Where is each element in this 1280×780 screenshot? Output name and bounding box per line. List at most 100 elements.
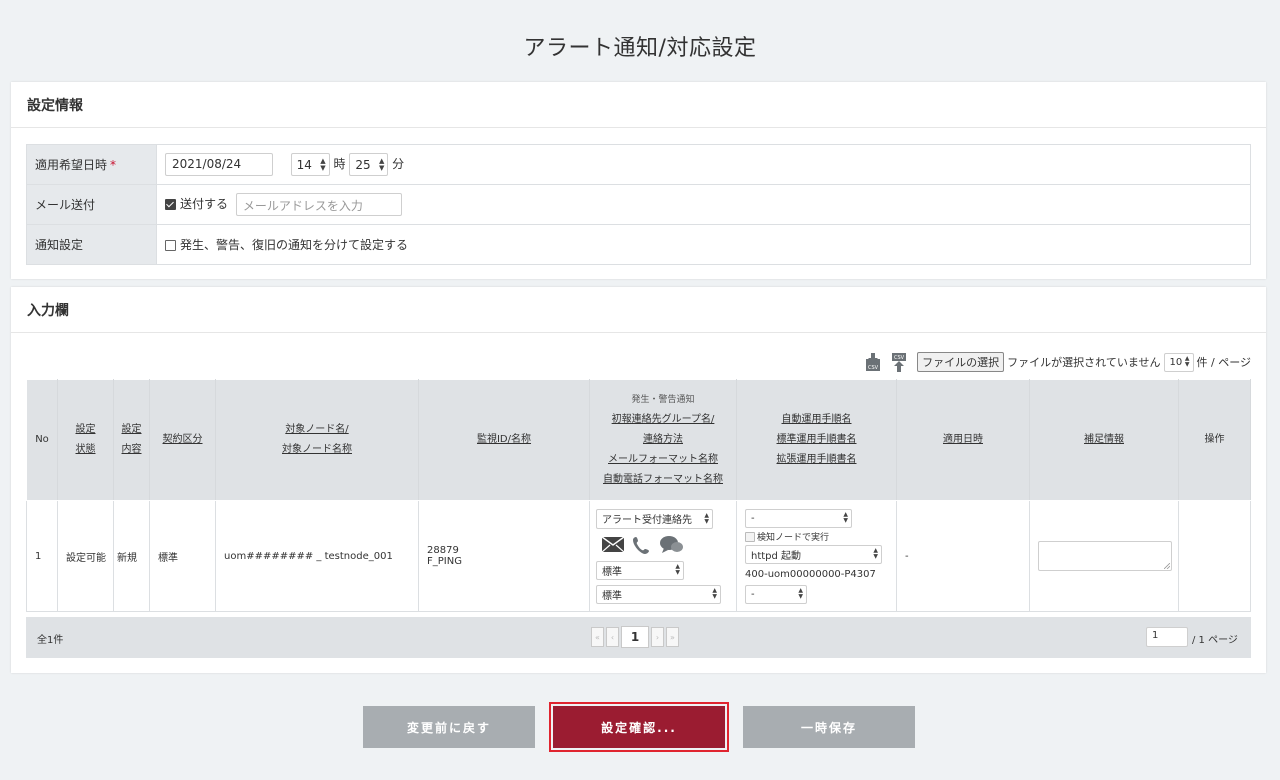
confirm-button[interactable]: 設定確認... bbox=[549, 702, 729, 752]
email-field[interactable]: メールアドレスを入力 bbox=[235, 193, 402, 216]
required-mark: * bbox=[110, 158, 117, 172]
minute-value: 25 bbox=[355, 157, 371, 172]
col-notify[interactable]: 発生・警告通知 初報連絡先グループ名/ 連絡方法 メールフォーマット名称 自動電… bbox=[589, 379, 737, 501]
mail-format-value: 標準 bbox=[602, 566, 622, 578]
resize-handle-icon[interactable] bbox=[1164, 563, 1170, 569]
mail-checkbox[interactable] bbox=[165, 199, 176, 210]
updown-icon: ▲ ▼ bbox=[675, 563, 680, 576]
contact-method-icons bbox=[602, 534, 736, 556]
updown-icon: ▲ ▼ bbox=[1184, 355, 1190, 368]
table-toolbar: CSV CSV ファイルの選択 ファイルが選択されていません 10 ▲ ▼ 件 /… bbox=[865, 352, 1251, 372]
ext-proc-select[interactable]: - ▲ ▼ bbox=[745, 584, 807, 604]
mail-value-cell: 送付する メールアドレスを入力 bbox=[156, 184, 1251, 225]
col-monitor[interactable]: 監視ID/名称 bbox=[418, 379, 590, 501]
auto-proc-select[interactable]: - ▲ ▼ bbox=[745, 508, 852, 528]
row-contract: 標準 bbox=[149, 500, 216, 612]
notify-checkbox[interactable] bbox=[165, 240, 176, 251]
col-extra[interactable]: 補足情報 bbox=[1029, 379, 1179, 501]
csv-upload-icon[interactable]: CSV bbox=[891, 352, 907, 372]
notify-value-cell: 発生、警告、復旧の通知を分けて設定する bbox=[156, 224, 1251, 265]
col-node[interactable]: 対象ノード名/対象ノード名称 bbox=[215, 379, 419, 501]
file-status: ファイルが選択されていません bbox=[1007, 356, 1161, 369]
updown-icon: ▲ ▼ bbox=[843, 511, 848, 524]
page-number-input[interactable]: 1 bbox=[1146, 627, 1188, 647]
phone-format-value: 標準 bbox=[602, 590, 622, 602]
col-apply-date[interactable]: 適用日時 bbox=[896, 379, 1030, 501]
contact-group-value: アラート受付連絡先 bbox=[602, 515, 692, 526]
table-row: 1 設定可能 新規 標準 uom######## _ testnode_001 … bbox=[26, 500, 1251, 612]
last-page-button[interactable]: » bbox=[666, 627, 679, 647]
csv-download-icon[interactable]: CSV bbox=[865, 352, 881, 372]
page-title: アラート通知/対応設定 bbox=[523, 36, 757, 61]
notify-label: 通知設定 bbox=[26, 224, 157, 265]
first-page-button[interactable]: « bbox=[591, 627, 604, 647]
monitor-id: 28879 bbox=[427, 545, 459, 556]
notify-checkbox-label: 発生、警告、復旧の通知を分けて設定する bbox=[180, 238, 409, 252]
contact-group-select[interactable]: アラート受付連絡先 ▲ ▼ bbox=[596, 508, 713, 529]
monitor-name: F_PING bbox=[427, 556, 462, 567]
updown-icon: ▲ ▼ bbox=[704, 511, 709, 525]
settings-form: 適用希望日時 * 2021/08/24 14 ▲ ▼ 時 25 ▲ ▼ 分 メール送付 bbox=[26, 144, 1251, 265]
file-select-button[interactable]: ファイルの選択 bbox=[917, 352, 1005, 372]
minute-unit: 分 bbox=[392, 157, 405, 171]
row-content: 新規 bbox=[113, 500, 150, 612]
next-page-button[interactable]: › bbox=[651, 627, 664, 647]
row-ops bbox=[1178, 500, 1251, 612]
extra-info-textarea[interactable] bbox=[1038, 541, 1172, 571]
row-notify: アラート受付連絡先 ▲ ▼ 標準 ▲ ▼ 標準 ▲ ▼ bbox=[589, 500, 737, 612]
date-value-cell: 2021/08/24 14 ▲ ▼ 時 25 ▲ ▼ 分 bbox=[156, 144, 1251, 185]
col-no: No bbox=[26, 379, 58, 501]
col-content[interactable]: 設定 内容 bbox=[113, 379, 150, 501]
detect-node-label: 検知ノードで実行 bbox=[757, 532, 830, 543]
updown-icon: ▲ ▼ bbox=[712, 587, 717, 600]
minute-select[interactable]: 25 ▲ ▼ bbox=[349, 153, 389, 176]
prev-page-button[interactable]: ‹ bbox=[606, 627, 619, 647]
mail-label: メール送付 bbox=[26, 184, 157, 225]
save-draft-button[interactable]: 一時保存 bbox=[743, 706, 915, 748]
row-apply-date: - bbox=[896, 500, 1030, 612]
hour-select[interactable]: 14 ▲ ▼ bbox=[290, 153, 330, 176]
date-input[interactable]: 2021/08/24 bbox=[165, 153, 273, 176]
row-status: 設定可能 bbox=[57, 500, 114, 612]
detect-node-checkbox[interactable] bbox=[745, 532, 755, 542]
chat-icon[interactable] bbox=[660, 535, 684, 555]
std-proc-select[interactable]: httpd 起動 ▲ ▼ bbox=[745, 544, 882, 564]
phone-format-select[interactable]: 標準 ▲ ▼ bbox=[596, 584, 721, 604]
updown-icon: ▲ ▼ bbox=[798, 587, 803, 600]
hour-value: 14 bbox=[296, 157, 312, 172]
hour-unit: 時 bbox=[333, 157, 346, 171]
input-card: 入力欄 CSV CSV ファイルの選択 ファイルが選択されていません 10 ▲ ▼… bbox=[11, 287, 1266, 673]
auto-proc-value: - bbox=[751, 512, 755, 524]
settings-header: 設定情報 bbox=[11, 82, 1266, 128]
phone-icon[interactable] bbox=[632, 535, 652, 555]
row-extra bbox=[1029, 500, 1179, 612]
row-monitor: 28879 F_PING bbox=[418, 500, 590, 612]
col-status[interactable]: 設定 状態 bbox=[57, 379, 114, 501]
page-size-unit: 件 / ページ bbox=[1196, 356, 1251, 369]
table-footer: 全1件 « ‹ 1 › » 1 / 1 ページ bbox=[26, 617, 1251, 658]
table-header-row: No 設定 状態 設定 内容 契約区分 対象ノード名/対象ノード名称 監視ID/名称… bbox=[26, 379, 1251, 501]
row-no: 1 bbox=[26, 500, 58, 612]
updown-icon: ▲ ▼ bbox=[873, 547, 878, 560]
date-label: 適用希望日時 bbox=[35, 158, 108, 172]
alert-table: No 設定 状態 設定 内容 契約区分 対象ノード名/対象ノード名称 監視ID/名称… bbox=[26, 379, 1251, 612]
total-count: 全1件 bbox=[37, 635, 64, 646]
updown-icon: ▲ ▼ bbox=[378, 156, 385, 172]
page-size-select[interactable]: 10 ▲ ▼ bbox=[1163, 352, 1194, 372]
mail-format-select[interactable]: 標準 ▲ ▼ bbox=[596, 560, 684, 580]
mail-icon[interactable] bbox=[602, 537, 624, 552]
detect-node-row: 検知ノードで実行 bbox=[745, 530, 896, 543]
ext-proc-value: - bbox=[751, 588, 755, 600]
revert-button[interactable]: 変更前に戻す bbox=[363, 706, 535, 748]
svg-text:CSV: CSV bbox=[894, 355, 905, 361]
proc-id: 400-uom00000000-P4307 bbox=[745, 568, 876, 580]
col-auto[interactable]: 自動運用手順名 標準運用手順書名 拡張運用手順書名 bbox=[736, 379, 897, 501]
updown-icon: ▲ ▼ bbox=[320, 156, 326, 172]
col-contract[interactable]: 契約区分 bbox=[149, 379, 216, 501]
date-label-cell: 適用希望日時 * bbox=[26, 144, 157, 185]
std-proc-value: httpd 起動 bbox=[751, 550, 802, 562]
settings-card: 設定情報 適用希望日時 * 2021/08/24 14 ▲ ▼ 時 25 ▲ ▼ 分 bbox=[11, 82, 1266, 279]
svg-text:CSV: CSV bbox=[868, 365, 879, 371]
page-total: / 1 ページ bbox=[1192, 635, 1238, 646]
current-page[interactable]: 1 bbox=[621, 626, 649, 648]
